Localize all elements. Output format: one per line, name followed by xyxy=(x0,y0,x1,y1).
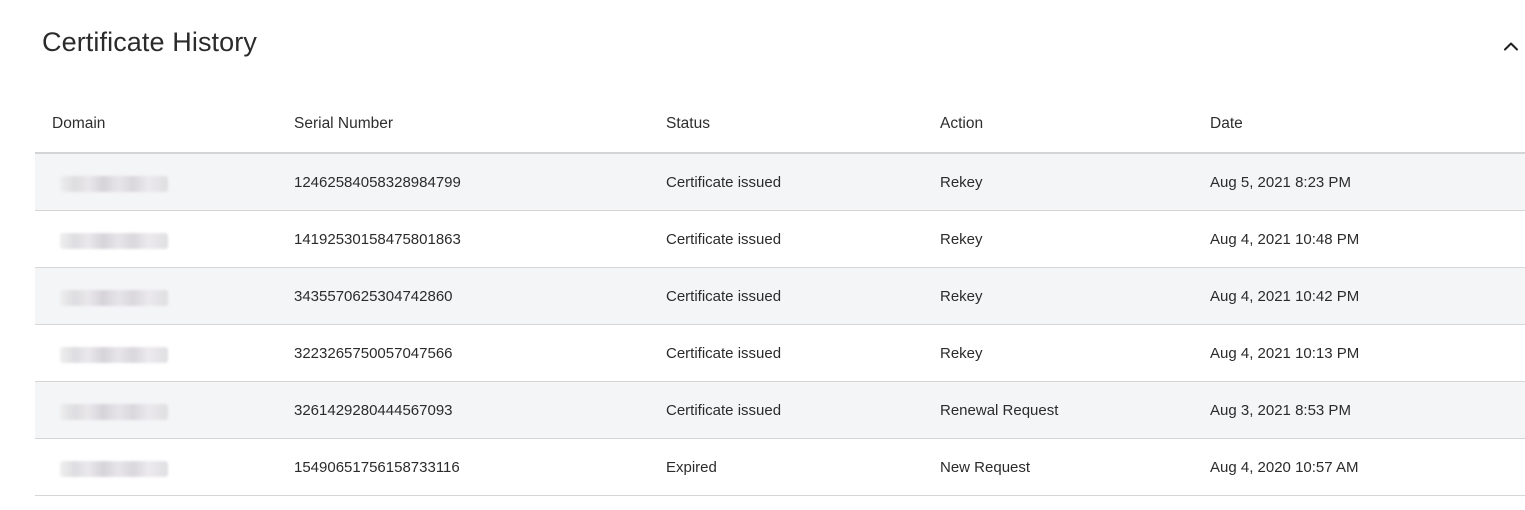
column-header-serial-number[interactable]: Serial Number xyxy=(294,96,634,152)
domain-cell xyxy=(52,211,252,267)
serial-number-cell: 3261429280444567093 xyxy=(294,401,453,419)
action-cell: Rekey xyxy=(940,173,983,191)
date-cell: Aug 5, 2021 8:23 PM xyxy=(1210,173,1351,191)
table-row: 14192530158475801863 Certificate issued … xyxy=(35,211,1525,268)
status-cell: Certificate issued xyxy=(666,173,782,191)
date-cell: Aug 4, 2021 10:13 PM xyxy=(1210,344,1360,362)
redacted-domain xyxy=(60,461,168,477)
domain-cell xyxy=(52,268,252,324)
domain-cell xyxy=(52,154,252,210)
page-title: Certificate History xyxy=(42,27,257,57)
redacted-domain xyxy=(60,347,168,363)
serial-number-cell: 3435570625304742860 xyxy=(294,287,453,305)
table-row: 3223265750057047566 Certificate issued R… xyxy=(35,325,1525,382)
table-row: 3261429280444567093 Certificate issued R… xyxy=(35,382,1525,439)
date-cell: Aug 4, 2020 10:57 AM xyxy=(1210,458,1359,476)
redacted-domain xyxy=(60,404,168,420)
serial-number-cell: 15490651756158733116 xyxy=(294,458,460,476)
status-cell: Certificate issued xyxy=(666,401,782,419)
date-cell: Aug 3, 2021 8:53 PM xyxy=(1210,401,1351,419)
status-cell: Certificate issued xyxy=(666,344,782,362)
table-row: 3435570625304742860 Certificate issued R… xyxy=(35,268,1525,325)
column-header-domain[interactable]: Domain xyxy=(52,96,252,152)
chevron-up-icon xyxy=(1504,42,1518,51)
serial-number-cell: 14192530158475801863 xyxy=(294,230,461,248)
column-header-date[interactable]: Date xyxy=(1210,96,1510,152)
domain-cell xyxy=(52,325,252,381)
action-cell: New Request xyxy=(940,458,1031,476)
serial-number-cell: 12462584058328984799 xyxy=(294,173,461,191)
date-cell: Aug 4, 2021 10:48 PM xyxy=(1210,230,1360,248)
certificate-history-table: Domain Serial Number Status Action Date … xyxy=(35,96,1525,496)
status-cell: Certificate issued xyxy=(666,230,782,248)
table-header-row: Domain Serial Number Status Action Date xyxy=(35,96,1525,154)
column-header-status[interactable]: Status xyxy=(666,96,906,152)
table-row: 15490651756158733116 Expired New Request… xyxy=(35,439,1525,496)
domain-cell xyxy=(52,439,252,495)
table-row: 12462584058328984799 Certificate issued … xyxy=(35,154,1525,211)
collapse-toggle-button[interactable] xyxy=(1498,33,1524,59)
redacted-domain xyxy=(60,176,168,192)
status-cell: Expired xyxy=(666,458,717,476)
serial-number-cell: 3223265750057047566 xyxy=(294,344,453,362)
date-cell: Aug 4, 2021 10:42 PM xyxy=(1210,287,1360,305)
redacted-domain xyxy=(60,233,168,249)
redacted-domain xyxy=(60,290,168,306)
action-cell: Rekey xyxy=(940,230,983,248)
status-cell: Certificate issued xyxy=(666,287,782,305)
action-cell: Renewal Request xyxy=(940,401,1059,419)
domain-cell xyxy=(52,382,252,438)
action-cell: Rekey xyxy=(940,287,983,305)
column-header-action[interactable]: Action xyxy=(940,96,1180,152)
action-cell: Rekey xyxy=(940,344,983,362)
